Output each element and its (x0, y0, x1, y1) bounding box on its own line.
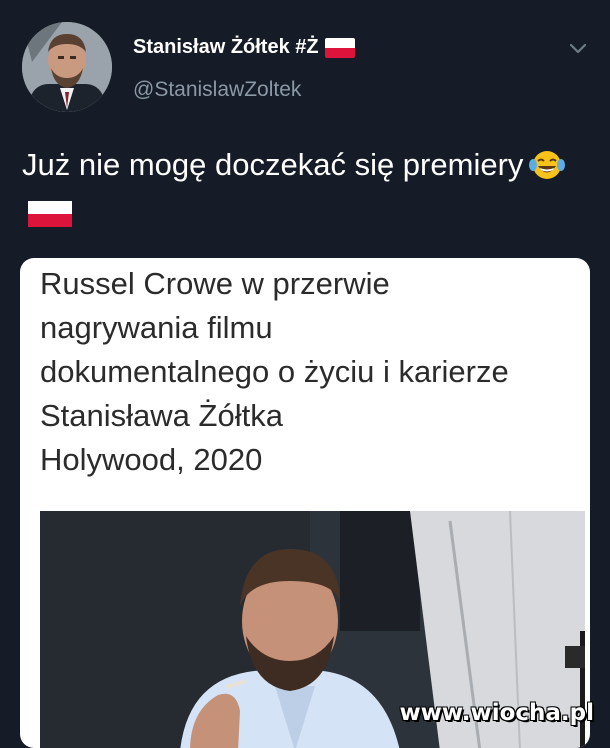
display-name[interactable]: Stanisław Żółtek #Ż (133, 36, 355, 59)
card-caption-line: nagrywania filmu (40, 310, 273, 345)
tears-of-joy-emoji-icon (529, 149, 566, 192)
tweet-text: Już nie mogę doczekać się premiery (22, 144, 582, 240)
card-caption-line: Holywood, 2020 (40, 442, 263, 477)
chevron-down-icon[interactable] (566, 36, 590, 60)
media-card[interactable]: Russel Crowe w przerwie nagrywania filmu… (20, 258, 590, 748)
poland-flag-icon (324, 37, 355, 58)
watermark: www.wiocha.pl (399, 700, 594, 726)
card-caption-line: Stanisława Żółtka (40, 398, 283, 433)
user-handle[interactable]: @StanislawZoltek (133, 78, 301, 102)
avatar[interactable] (22, 22, 112, 112)
display-name-text[interactable]: Stanisław Żółtek #Ż (133, 36, 319, 59)
poland-flag-icon (28, 198, 72, 240)
card-caption: Russel Crowe w przerwie nagrywania filmu… (40, 262, 585, 482)
card-caption-line: dokumentalnego o życiu i karierze (40, 354, 509, 389)
card-caption-line: Russel Crowe w przerwie (40, 266, 390, 301)
tweet-body: Już nie mogę doczekać się premiery (22, 147, 524, 182)
